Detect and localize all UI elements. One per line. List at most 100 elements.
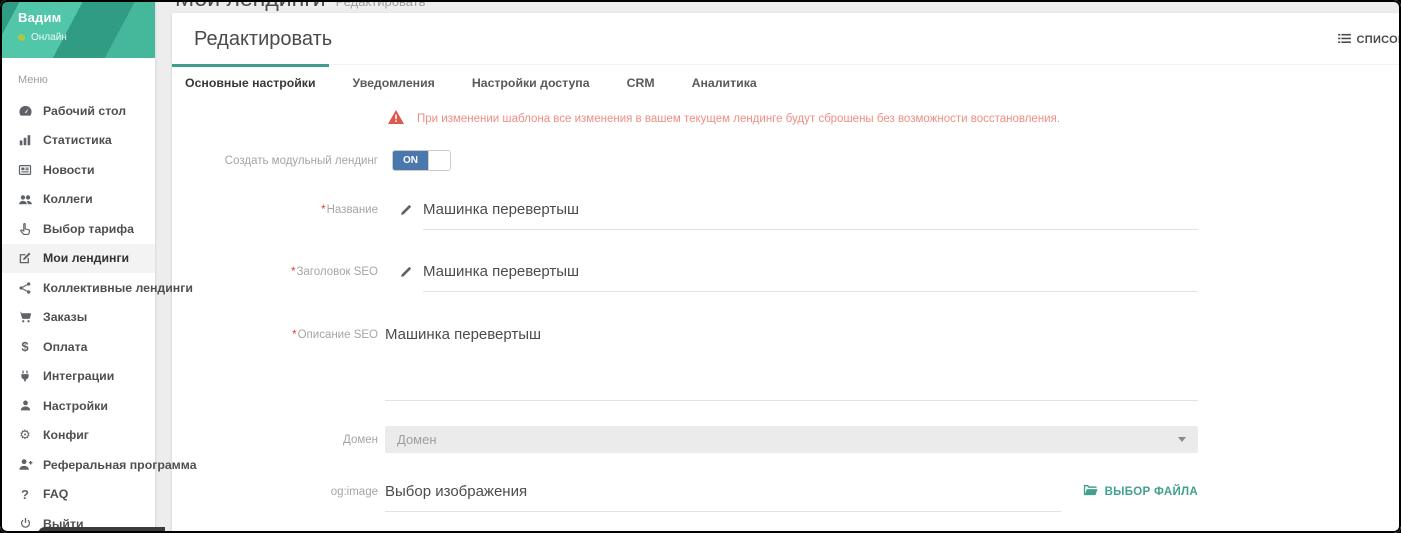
users-icon [16,192,34,207]
sidebar-item-colleagues[interactable]: Коллеги [0,185,155,215]
sidebar-item-label: Заказы [43,310,87,324]
required-mark: * [321,204,325,216]
og-image-label: og:image [331,486,378,498]
dashboard-icon [16,103,34,118]
sidebar-item-statistics[interactable]: Статистика [0,126,155,156]
seo-title-label: Заголовок SEO [296,266,378,278]
og-image-row: og:image Выбор изображения Выбор файла [172,483,1401,512]
modular-landing-row: Создать модульный лендинг ON [172,150,1401,171]
warning-text: При изменении шаблона все изменения в ва… [417,113,1060,125]
editor-card: Редактировать список Основные настройки … [172,13,1401,533]
plug-icon [16,369,34,383]
app-screen: Вадим Онлайн Меню Рабочий стол Статистик… [0,0,1401,533]
toggle-knob [428,151,450,170]
domain-select-value: Домен [397,432,437,447]
sidebar-item-label: Интеграции [43,369,114,383]
sidebar-item-label: Рабочий стол [43,104,126,118]
tab-bar: Основные настройки Уведомления Настройки… [172,64,1401,102]
user-icon [16,399,34,412]
sidebar-item-label: FAQ [43,487,68,501]
sidebar-item-referral[interactable]: Реферальная программа [0,450,155,480]
hand-pointer-icon [16,222,34,236]
sidebar-item-faq[interactable]: ? FAQ [0,480,155,510]
name-row: *Название Машинка перевертыш [172,201,1401,230]
sidebar-item-label: Статистика [43,133,112,147]
sidebar-item-label: Реферальная программа [43,458,197,472]
sidebar-item-payment[interactable]: $ Оплата [0,332,155,362]
card-title: Редактировать [194,28,332,51]
sidebar-item-label: Выбор тарифа [43,222,134,236]
seo-description-label: Описание SEO [298,329,378,341]
seo-description-textarea[interactable]: Машинка перевертыш [385,326,1198,401]
sidebar-item-integrations[interactable]: Интеграции [0,362,155,392]
tab-access-settings[interactable]: Настройки доступа [459,65,603,102]
card-header: Редактировать список [172,13,1401,64]
stats-icon [16,133,34,147]
sidebar-item-label: Оплата [43,340,88,354]
page-title-main: Мои лендинги [175,0,326,11]
online-status-label: Онлайн [31,32,67,43]
list-view-button[interactable]: список [1338,33,1401,47]
edit-icon [16,251,34,265]
power-icon [16,517,34,530]
question-icon: ? [16,487,34,502]
seo-description-row: *Описание SEO Машинка перевертыш [172,326,1401,401]
main-settings-pane: При изменении шаблона все изменения в ва… [172,102,1401,533]
name-label: Название [327,204,378,216]
page-title: Мои лендинги Редактировать [175,0,425,12]
sidebar-item-my-landings[interactable]: Мои лендинги [0,244,155,274]
sidebar-item-settings[interactable]: Настройки [0,391,155,421]
share-icon [16,281,34,295]
domain-label: Домен [343,434,378,446]
sidebar-item-label: Коллеги [43,192,93,206]
modular-landing-toggle[interactable]: ON [392,150,451,171]
dollar-icon: $ [16,339,34,354]
caret-down-icon [1178,437,1186,442]
list-button-label: список [1357,34,1401,46]
sidebar-item-collective-landings[interactable]: Коллективные лендинги [0,273,155,303]
sidebar-item-news[interactable]: Новости [0,155,155,185]
seo-title-row: *Заголовок SEO Машинка перевертыш [172,263,1401,292]
warning-icon [388,110,404,129]
user-plus-icon [16,457,34,472]
main-content: Мои лендинги Редактировать Редактировать … [155,0,1401,533]
sidebar-item-config[interactable]: ⚙ Конфиг [0,421,155,451]
sidebar-item-tariff[interactable]: Выбор тарифа [0,214,155,244]
sidebar: Вадим Онлайн Меню Рабочий стол Статистик… [0,0,155,533]
modular-landing-label: Создать модульный лендинг [172,155,378,167]
pencil-icon [400,203,413,221]
list-icon [1338,33,1351,47]
sidebar-item-dashboard[interactable]: Рабочий стол [0,96,155,126]
choose-file-button[interactable]: Выбор файла [1083,484,1198,499]
domain-row: Домен Домен [172,426,1401,453]
sidebar-user-header: Вадим Онлайн [0,0,155,58]
template-warning: При изменении шаблона все изменения в ва… [388,109,1401,129]
sidebar-item-label: Новости [43,163,95,177]
tab-analytics[interactable]: Аналитика [679,65,770,102]
sidebar-item-label: Мои лендинги [43,251,129,265]
required-mark: * [291,266,295,278]
required-mark: * [292,329,296,341]
sidebar-item-label: Конфиг [43,428,89,442]
cart-icon [16,310,34,324]
sidebar-bottom-bar [38,527,165,533]
seo-title-input[interactable]: Машинка перевертыш [423,263,1198,292]
cogs-icon: ⚙ [16,427,34,443]
pencil-icon [400,265,413,283]
sidebar-item-label: Настройки [43,399,108,413]
sidebar-item-label: Коллективные лендинги [43,281,193,295]
tab-notifications[interactable]: Уведомления [340,65,448,102]
folder-icon [1083,484,1098,499]
choose-file-label: Выбор файла [1105,486,1198,498]
sidebar-item-orders[interactable]: Заказы [0,303,155,333]
online-status-dot [18,34,25,41]
tab-crm[interactable]: CRM [614,65,668,102]
og-image-input[interactable]: Выбор изображения [385,483,1061,512]
tab-main-settings[interactable]: Основные настройки [172,65,329,102]
name-input[interactable]: Машинка перевертыш [423,201,1198,230]
toggle-on-label: ON [393,151,428,170]
page-title-sub: Редактировать [336,0,426,9]
domain-select[interactable]: Домен [385,426,1198,453]
menu-section-label: Меню [0,58,155,96]
news-icon [16,163,34,177]
